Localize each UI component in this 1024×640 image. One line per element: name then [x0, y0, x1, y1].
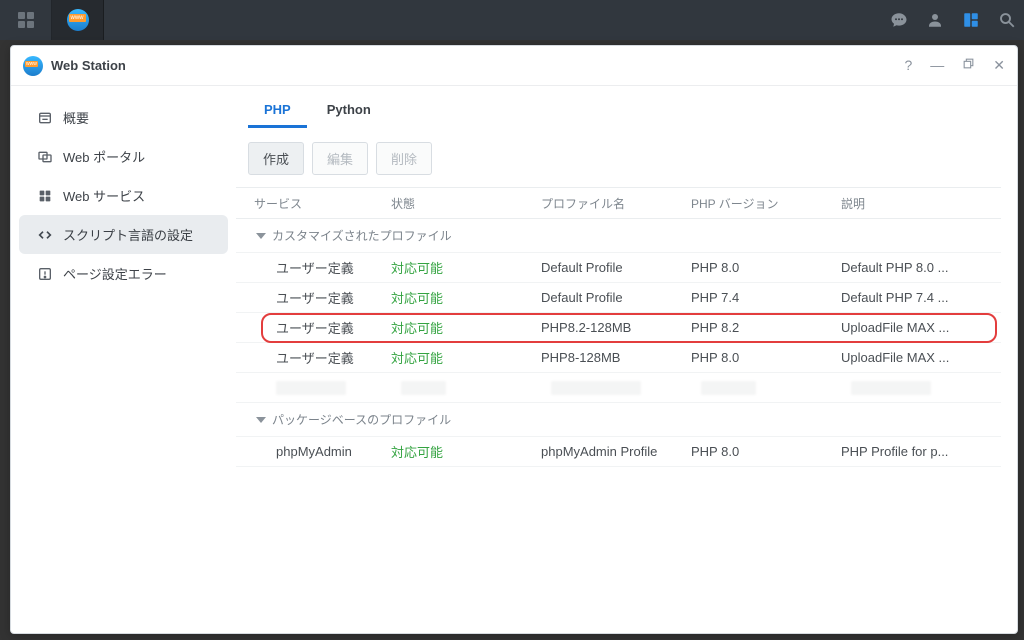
- sidebar-item-label: Web ポータル: [63, 147, 145, 166]
- cell-profile: phpMyAdmin Profile: [541, 444, 691, 459]
- app-title: Web Station: [51, 58, 126, 73]
- minimize-button[interactable]: —: [930, 57, 944, 74]
- system-tray: [890, 0, 1016, 40]
- cell-version: PHP 8.2: [691, 320, 841, 335]
- sidebar-item-overview[interactable]: 概要: [19, 98, 228, 137]
- sidebar-item-label: Web サービス: [63, 186, 145, 205]
- taskbar-webstation-button[interactable]: [52, 0, 104, 40]
- cell-profile: Default Profile: [541, 260, 691, 275]
- cell-state: 対応可能: [391, 318, 541, 337]
- cell-service: ユーザー定義: [246, 318, 391, 337]
- redacted-row: [236, 373, 1001, 403]
- sidebar-item-label: ページ設定エラー: [63, 264, 167, 283]
- cell-version: PHP 7.4: [691, 290, 841, 305]
- cell-desc: Default PHP 7.4 ...: [841, 290, 1001, 305]
- table-row[interactable]: ユーザー定義対応可能PHP8.2-128MBPHP 8.2UploadFile …: [236, 313, 1001, 343]
- cell-desc: UploadFile MAX ...: [841, 350, 1001, 365]
- toolbar: 作成 編集 削除: [236, 128, 1001, 187]
- cell-profile: Default Profile: [541, 290, 691, 305]
- service-icon: [37, 188, 53, 204]
- cell-service: ユーザー定義: [246, 288, 391, 307]
- code-icon: [37, 227, 53, 243]
- cell-version: PHP 8.0: [691, 350, 841, 365]
- cell-desc: Default PHP 8.0 ...: [841, 260, 1001, 275]
- group-header-custom[interactable]: カスタマイズされたプロファイル: [236, 219, 1001, 253]
- app-icon: [23, 56, 43, 76]
- sidebar-item-label: スクリプト言語の設定: [63, 225, 193, 244]
- cell-service: ユーザー定義: [246, 258, 391, 277]
- cell-service: ユーザー定義: [246, 348, 391, 367]
- profile-table: サービス 状態 プロファイル名 PHP バージョン 説明 カスタマイズされたプロ…: [236, 187, 1001, 467]
- sidebar: 概要 Web ポータル Web サービス スクリプト言語の設定 ページ設定エラー: [11, 86, 236, 633]
- group-label: カスタマイズされたプロファイル: [272, 227, 452, 244]
- col-service[interactable]: サービス: [246, 195, 391, 212]
- table-row[interactable]: phpMyAdmin対応可能phpMyAdmin ProfilePHP 8.0P…: [236, 437, 1001, 467]
- system-taskbar: [0, 0, 1024, 40]
- maximize-button[interactable]: [962, 57, 975, 74]
- cell-desc: UploadFile MAX ...: [841, 320, 1001, 335]
- tab-php[interactable]: PHP: [248, 92, 307, 128]
- window-controls: ? — ✕: [904, 57, 1005, 74]
- col-version[interactable]: PHP バージョン: [691, 195, 841, 212]
- sidebar-item-script-settings[interactable]: スクリプト言語の設定: [19, 215, 228, 254]
- taskbar-apps-button[interactable]: [0, 0, 52, 40]
- sidebar-item-page-errors[interactable]: ページ設定エラー: [19, 254, 228, 293]
- cell-service: phpMyAdmin: [246, 444, 391, 459]
- edit-button[interactable]: 編集: [312, 142, 368, 175]
- group-label: パッケージベースのプロファイル: [272, 411, 451, 428]
- col-state[interactable]: 状態: [391, 195, 541, 212]
- group-header-package[interactable]: パッケージベースのプロファイル: [236, 403, 1001, 437]
- cell-state: 対応可能: [391, 288, 541, 307]
- chevron-down-icon: [256, 417, 266, 423]
- overview-icon: [37, 110, 53, 126]
- table-header: サービス 状態 プロファイル名 PHP バージョン 説明: [236, 187, 1001, 219]
- close-button[interactable]: ✕: [993, 57, 1005, 74]
- language-tabs: PHP Python: [236, 92, 1001, 128]
- tab-python[interactable]: Python: [311, 92, 387, 128]
- window-body: 概要 Web ポータル Web サービス スクリプト言語の設定 ページ設定エラー…: [11, 86, 1017, 633]
- table-row[interactable]: ユーザー定義対応可能PHP8-128MBPHP 8.0UploadFile MA…: [236, 343, 1001, 373]
- delete-button[interactable]: 削除: [376, 142, 432, 175]
- user-icon[interactable]: [926, 11, 944, 29]
- sidebar-item-web-portal[interactable]: Web ポータル: [19, 137, 228, 176]
- cell-state: 対応可能: [391, 348, 541, 367]
- table-row[interactable]: ユーザー定義対応可能Default ProfilePHP 8.0Default …: [236, 253, 1001, 283]
- main-panel: PHP Python 作成 編集 削除 サービス 状態 プロファイル名 PHP …: [236, 86, 1017, 633]
- app-window: Web Station ? — ✕ 概要 Web ポータル Web サービス: [10, 45, 1018, 634]
- chevron-down-icon: [256, 233, 266, 239]
- title-bar: Web Station ? — ✕: [11, 46, 1017, 86]
- sidebar-item-web-service[interactable]: Web サービス: [19, 176, 228, 215]
- col-profile[interactable]: プロファイル名: [541, 195, 691, 212]
- chat-icon[interactable]: [890, 11, 908, 29]
- table-row[interactable]: ユーザー定義対応可能Default ProfilePHP 7.4Default …: [236, 283, 1001, 313]
- portal-icon: [37, 149, 53, 165]
- cell-version: PHP 8.0: [691, 444, 841, 459]
- widgets-icon[interactable]: [962, 11, 980, 29]
- cell-state: 対応可能: [391, 258, 541, 277]
- cell-desc: PHP Profile for p...: [841, 444, 1001, 459]
- webstation-icon: [67, 9, 89, 31]
- create-button[interactable]: 作成: [248, 142, 304, 175]
- error-icon: [37, 266, 53, 282]
- help-button[interactable]: ?: [904, 57, 912, 74]
- taskbar-left-group: [0, 0, 104, 40]
- col-desc[interactable]: 説明: [841, 195, 1001, 212]
- cell-version: PHP 8.0: [691, 260, 841, 275]
- cell-state: 対応可能: [391, 442, 541, 461]
- apps-grid-icon: [18, 12, 34, 28]
- search-icon[interactable]: [998, 11, 1016, 29]
- sidebar-item-label: 概要: [63, 108, 89, 127]
- cell-profile: PHP8-128MB: [541, 350, 691, 365]
- cell-profile: PHP8.2-128MB: [541, 320, 691, 335]
